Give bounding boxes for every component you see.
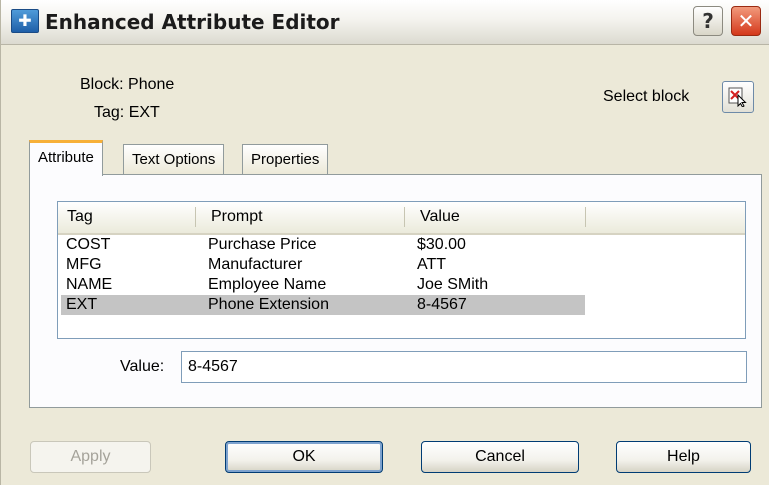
cell-tag: EXT [66, 296, 98, 313]
help-icon[interactable]: ? [693, 6, 723, 36]
block-name-label: Block: Phone [80, 76, 175, 93]
attribute-editor-dialog: ✚ Enhanced Attribute Editor ? ✕ Block: P… [0, 0, 769, 485]
tag-name-label: Tag: EXT [94, 104, 160, 121]
list-header: Tag Prompt Value [58, 202, 745, 235]
select-block-button[interactable] [722, 81, 754, 113]
cell-prompt: Employee Name [208, 276, 327, 293]
help-button[interactable]: Help [616, 441, 751, 473]
tab-text-options[interactable]: Text Options [123, 144, 225, 174]
cell-value: ATT [417, 256, 447, 273]
window-title: Enhanced Attribute Editor [45, 10, 340, 34]
title-bar[interactable]: ✚ Enhanced Attribute Editor ? ✕ [1, 0, 769, 45]
column-divider[interactable] [195, 207, 196, 227]
cell-value: $30.00 [417, 236, 466, 253]
select-block-icon [728, 87, 747, 107]
column-header-prompt[interactable]: Prompt [211, 208, 263, 226]
column-divider[interactable] [585, 207, 586, 227]
cell-tag: COST [66, 236, 111, 253]
cancel-button[interactable]: Cancel [421, 441, 579, 473]
value-label: Value: [120, 358, 165, 375]
column-divider[interactable] [404, 207, 405, 227]
list-item[interactable]: NAME Employee Name Joe SMith [61, 275, 585, 295]
column-header-value[interactable]: Value [420, 208, 460, 226]
cell-value: 8-4567 [417, 296, 467, 313]
list-item[interactable]: COST Purchase Price $30.00 [61, 235, 585, 255]
cell-tag: MFG [66, 256, 102, 273]
apply-button[interactable]: Apply [30, 441, 151, 473]
ok-button[interactable]: OK [225, 441, 383, 473]
cell-value: Joe SMith [417, 276, 489, 293]
attribute-list[interactable]: Tag Prompt Value COST Purchase Price $30… [57, 201, 746, 339]
tab-attribute[interactable]: Attribute [29, 140, 103, 176]
cell-prompt: Manufacturer [208, 256, 303, 273]
cell-tag: NAME [66, 276, 113, 293]
list-item[interactable]: MFG Manufacturer ATT [61, 255, 585, 275]
value-input[interactable] [181, 351, 747, 383]
tab-properties[interactable]: Properties [242, 144, 329, 174]
attribute-tab-panel: Tag Prompt Value COST Purchase Price $30… [29, 174, 762, 408]
cell-prompt: Purchase Price [208, 236, 317, 253]
column-header-tag[interactable]: Tag [67, 208, 93, 226]
app-icon: ✚ [11, 9, 39, 33]
close-icon[interactable]: ✕ [731, 6, 761, 36]
list-item-selected[interactable]: EXT Phone Extension 8-4567 [61, 295, 585, 315]
cell-prompt: Phone Extension [208, 296, 329, 313]
select-block-label: Select block [603, 88, 690, 105]
